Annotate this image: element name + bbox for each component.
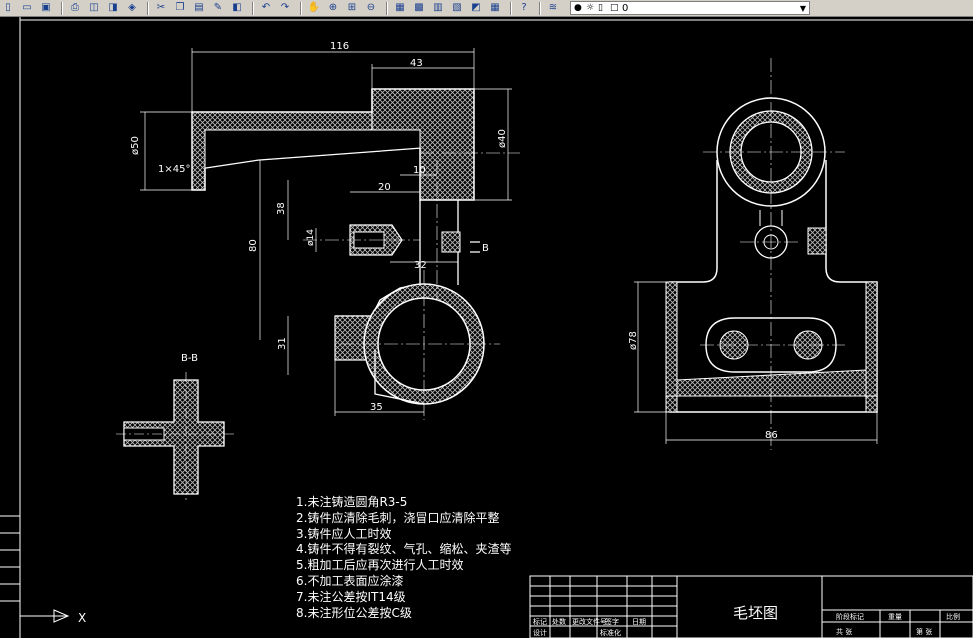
block-editor-icon[interactable]: ◧ [229, 1, 245, 15]
zoom-previous-icon[interactable]: ⊖ [363, 1, 379, 15]
tb-label-mark: 标记 [533, 617, 547, 626]
standard-toolbar: ▯ ▭ ▣ ⎙ ◫ ◨ ◈ ✂ ❐ ▤ ✎ ◧ ↶ ↷ ✋ ⊕ ⊞ ⊖ ▦ ▩ ▥ ▧ ◩ ▦? ≋ ● ☼ ▯ □ 0 ▼ [0, 0, 973, 17]
layer-dropdown[interactable]: ● ☼ ▯ □ 0 ▼ [570, 1, 810, 15]
tb-label-standard: 标准化 [600, 628, 621, 637]
print-icon[interactable]: ⎙ [67, 1, 83, 15]
dim-86: 86 [765, 430, 778, 441]
dim-40-dia: ø40 [497, 129, 508, 148]
copy-icon[interactable]: ❐ [172, 1, 188, 15]
dim-80: 80 [248, 239, 259, 252]
paste-icon[interactable]: ▤ [191, 1, 207, 15]
title-block-title: 毛坯图 [733, 604, 778, 622]
note-8: 8.未注形位公差按C级 [296, 605, 412, 620]
drawing-canvas[interactable]: 116 43 ø50 ø40 1×45° 10 20 38 80 ø14 32 … [0, 17, 973, 638]
help-icon[interactable]: ? [516, 1, 532, 15]
quickcalc-icon[interactable]: ▦ [487, 1, 503, 15]
tb-label-count: 处数 [552, 617, 566, 626]
note-6: 6.不加工表面应涂漆 [296, 573, 403, 588]
bulb-icon: ● [574, 2, 582, 13]
pan-icon[interactable]: ✋ [306, 1, 322, 15]
match-properties-icon[interactable]: ✎ [210, 1, 226, 15]
note-5: 5.粗加工后应再次进行人工时效 [296, 557, 463, 572]
dim-10: 10 [413, 165, 426, 176]
tb-label-change: 更改文件号 [572, 617, 607, 626]
dim-38: 38 [276, 202, 287, 215]
dim-50-dia: ø50 [130, 136, 141, 155]
ucs-x-label: X [78, 611, 86, 625]
dim-31: 31 [277, 337, 288, 350]
dim-32: 32 [414, 260, 427, 271]
layer-manager-icon[interactable]: ≋ [545, 1, 561, 15]
note-1: 1.未注铸造圆角R3-5 [296, 494, 407, 509]
zoom-realtime-icon[interactable]: ⊕ [325, 1, 341, 15]
dim-43: 43 [410, 58, 423, 69]
toolbar-separator [147, 1, 149, 15]
plot-preview-icon[interactable]: ◫ [86, 1, 102, 15]
save-icon[interactable]: ▣ [38, 1, 54, 15]
tool-palettes-icon[interactable]: ▥ [430, 1, 446, 15]
layer-value: 0 [622, 2, 629, 14]
markup-icon[interactable]: ◩ [468, 1, 484, 15]
dim-14-dia: ø14 [306, 229, 316, 246]
sun-icon: ☼ [586, 2, 595, 13]
new-icon[interactable]: ▯ [0, 1, 16, 15]
cut-icon[interactable]: ✂ [153, 1, 169, 15]
zoom-window-icon[interactable]: ⊞ [344, 1, 360, 15]
color-swatch-icon: □ [610, 2, 619, 13]
note-7: 7.未注公差按IT14级 [296, 589, 406, 604]
b-mark: B [482, 243, 489, 254]
undo-icon[interactable]: ↶ [258, 1, 274, 15]
tb-label-weight: 重量 [888, 613, 902, 621]
dim-35: 35 [370, 402, 383, 413]
tb-label-scale: 比例 [946, 612, 960, 621]
properties-icon[interactable]: ▦ [392, 1, 408, 15]
chevron-down-icon[interactable]: ▼ [800, 4, 806, 13]
open-icon[interactable]: ▭ [19, 1, 35, 15]
dim-78-dia: ø78 [628, 331, 639, 350]
dim-20: 20 [378, 182, 391, 193]
design-center-icon[interactable]: ▩ [411, 1, 427, 15]
tb-label-date: 日期 [632, 618, 646, 626]
note-4: 4.铸件不得有裂纹、气孔、缩松、夹渣等 [296, 541, 511, 556]
lock-icon: ▯ [598, 2, 603, 13]
dim-chamfer: 1×45° [158, 164, 190, 175]
tb-label-design: 设计 [533, 628, 547, 637]
toolbar-separator [386, 1, 388, 15]
dim-116: 116 [330, 41, 349, 52]
note-2: 2.铸件应清除毛刺，浇冒口应清除平整 [296, 510, 499, 525]
toolbar-separator [300, 1, 302, 15]
tb-label-stage: 阶段标记 [836, 612, 864, 621]
toolbar-separator [539, 1, 541, 15]
redo-icon[interactable]: ↷ [277, 1, 293, 15]
toolbar-separator [61, 1, 63, 15]
3d-dwf-icon[interactable]: ◈ [124, 1, 140, 15]
publish-icon[interactable]: ◨ [105, 1, 121, 15]
tb-label-sign: 签字 [605, 617, 619, 626]
toolbar-separator [510, 1, 512, 15]
tb-sheet-number: 第 张 [916, 627, 932, 636]
sheet-set-icon[interactable]: ▧ [449, 1, 465, 15]
toolbar-separator [252, 1, 254, 15]
tb-sheet-total: 共 张 [836, 627, 852, 636]
note-3: 3.铸件应人工时效 [296, 526, 391, 541]
section-label: B-B [181, 353, 198, 364]
